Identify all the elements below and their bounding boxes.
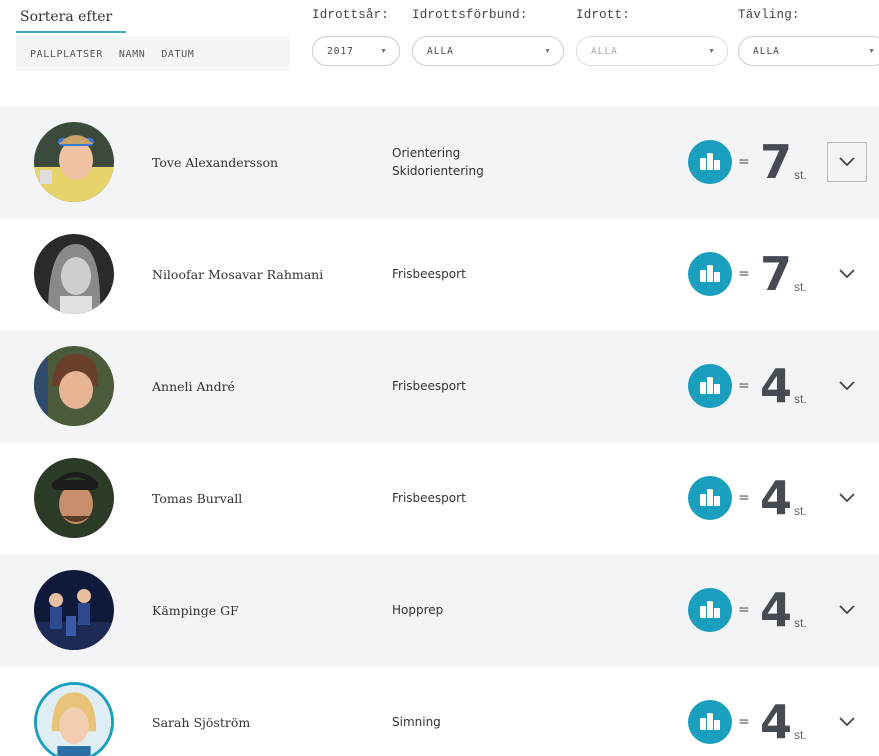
count-unit: st. [794,392,807,406]
podium-count: 4 [760,695,793,749]
expand-button[interactable] [827,478,867,518]
filter-sport: Idrott: ALLA ▼ [576,8,728,66]
avatar [34,122,114,202]
expand-button[interactable] [827,590,867,630]
count-unit: st. [794,168,807,182]
filter-federation-label: Idrottsförbund: [412,8,528,22]
sport-line: Frisbeesport [392,267,466,281]
athlete-sport: Simning [392,713,441,731]
podium-icon [688,588,732,632]
filter-sport-label: Idrott: [576,8,630,22]
podium-icon [688,476,732,520]
athlete-name: Tomas Burvall [152,490,243,506]
list-item: Niloofar Mosavar Rahmani Frisbeesport = … [0,218,879,330]
podium-icon [688,700,732,744]
sport-line: Skidorientering [392,164,484,178]
podium-count: 4 [760,583,793,637]
competition-select-value: ALLA [753,45,780,57]
athlete-sport: Frisbeesport [392,265,466,283]
avatar [34,346,114,426]
list-item: Tomas Burvall Frisbeesport = 4 st. [0,442,879,554]
athlete-name: Niloofar Mosavar Rahmani [152,266,324,282]
athlete-name: Kämpinge GF [152,602,239,618]
count-unit: st. [794,616,807,630]
list-item: Anneli André Frisbeesport = 4 st. [0,330,879,442]
caret-down-icon: ▼ [708,47,715,55]
equals-sign: = [738,714,750,730]
sort-title: Sortera efter [16,9,126,33]
list-item: Tove Alexandersson Orientering Skidorien… [0,106,879,218]
expand-button[interactable] [827,142,867,182]
equals-sign: = [738,266,750,282]
avatar [34,682,114,756]
competition-select[interactable]: ALLA ▼ [738,36,879,66]
equals-sign: = [738,490,750,506]
avatar [34,458,114,538]
equals-sign: = [738,378,750,394]
sort-tab-name[interactable]: NAMN [111,49,153,60]
athlete-list: Tove Alexandersson Orientering Skidorien… [0,106,879,756]
podium-count: 4 [760,471,793,525]
sort-tab-date[interactable]: DATUM [153,49,202,60]
filter-competition-label: Tävling: [738,8,800,22]
chevron-down-icon [839,493,855,503]
podium-icon [688,140,732,184]
filter-year-label: Idrottsår: [312,8,390,22]
list-item: Sarah Sjöström Simning = 4 st. [0,666,879,756]
sport-line: Frisbeesport [392,491,466,505]
filter-competition: Tävling: ALLA ▼ [738,8,879,66]
athlete-sport: Frisbeesport [392,377,466,395]
equals-sign: = [738,154,750,170]
podium-count: 7 [760,135,793,189]
athlete-name: Sarah Sjöström [152,714,251,730]
podium-icon [688,364,732,408]
athlete-sport: Hopprep [392,601,443,619]
equals-sign: = [738,602,750,618]
filter-year: Idrottsår: 2017 ▼ [312,8,400,66]
caret-down-icon: ▼ [544,47,551,55]
filter-federation: Idrottsförbund: ALLA ▼ [412,8,564,66]
count-unit: st. [794,728,807,742]
federation-select-value: ALLA [427,45,454,57]
sport-line: Frisbeesport [392,379,466,393]
chevron-down-icon [839,605,855,615]
podium-count: 7 [760,247,793,301]
sort-section: Sortera efter PALLPLATSER NAMN DATUM [16,8,290,71]
sport-line: Orientering [392,146,461,160]
athlete-sport: Orientering Skidorientering [392,144,484,180]
year-select[interactable]: 2017 ▼ [312,36,400,66]
chevron-down-icon [839,381,855,391]
sort-tabs: PALLPLATSER NAMN DATUM [16,37,290,71]
chevron-down-icon [839,717,855,727]
podium-count: 4 [760,359,793,413]
federation-select[interactable]: ALLA ▼ [412,36,564,66]
athlete-name: Anneli André [152,378,235,394]
avatar [34,234,114,314]
count-unit: st. [794,504,807,518]
year-select-value: 2017 [327,45,354,57]
caret-down-icon: ▼ [380,47,387,55]
avatar [34,570,114,650]
athlete-name: Tove Alexandersson [152,154,279,170]
caret-down-icon: ▼ [868,47,875,55]
sport-line: Hopprep [392,603,444,617]
sport-line: Simning [392,715,441,729]
count-unit: st. [794,280,807,294]
chevron-down-icon [839,269,855,279]
chevron-down-icon [839,157,855,167]
sport-select-value: ALLA [591,45,618,57]
expand-button[interactable] [827,702,867,742]
sport-select[interactable]: ALLA ▼ [576,36,728,66]
athlete-sport: Frisbeesport [392,489,466,507]
expand-button[interactable] [827,254,867,294]
expand-button[interactable] [827,366,867,406]
sort-tab-podium[interactable]: PALLPLATSER [16,49,111,60]
podium-icon [688,252,732,296]
list-item: Kämpinge GF Hopprep = 4 st. [0,554,879,666]
